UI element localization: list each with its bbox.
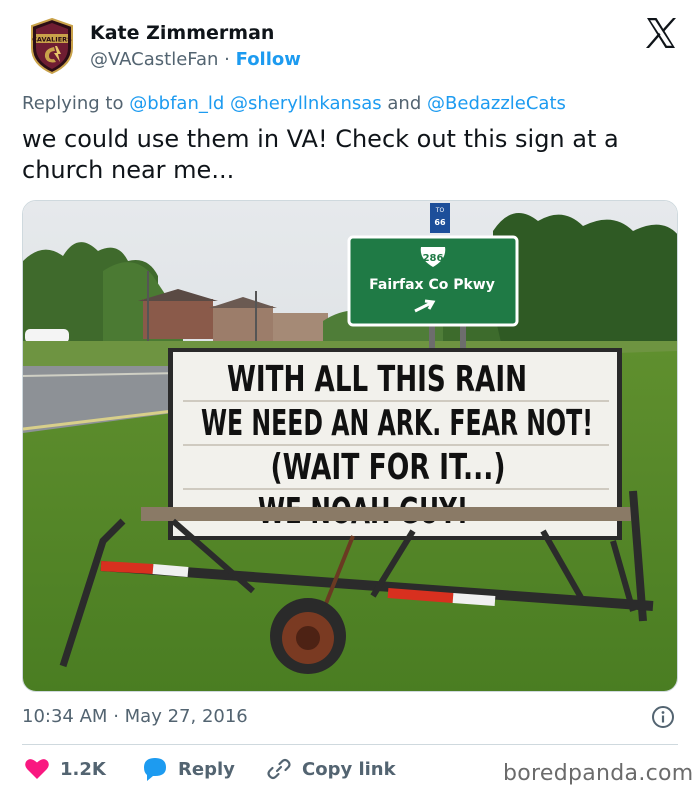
mention-link[interactable]: @bbfan_ld xyxy=(129,93,224,114)
info-icon[interactable] xyxy=(651,705,675,729)
mention-link[interactable]: @sheryllnkansas xyxy=(230,93,382,114)
link-icon xyxy=(267,758,291,780)
tweet-text: we could use them in VA! Check out this … xyxy=(22,125,619,184)
replying-to-line: Replying to @bbfan_ld @sheryllnkansas an… xyxy=(22,93,566,114)
svg-text:CAVALIERS: CAVALIERS xyxy=(32,36,72,44)
like-count: 1.2K xyxy=(60,758,106,780)
tweet-timestamp[interactable]: 10:34 AM · May 27, 2016 xyxy=(22,706,248,727)
cavaliers-logo-icon: CAVALIERS xyxy=(31,17,73,75)
tweet-header: CAVALIERS Kate Zimmerman @VACastleFan · … xyxy=(0,0,700,90)
like-button[interactable]: 1.2K xyxy=(24,752,106,786)
author-name[interactable]: Kate Zimmerman xyxy=(90,22,274,44)
copy-link-button[interactable]: Copy link xyxy=(266,752,396,786)
svg-text:WITH ALL THIS RAIN: WITH ALL THIS RAIN xyxy=(227,359,527,400)
and-label: and xyxy=(387,93,422,114)
svg-text:(WAIT FOR IT...): (WAIT FOR IT...) xyxy=(271,447,506,488)
svg-text:TO: TO xyxy=(435,207,445,214)
timestamp-date: May 27, 2016 xyxy=(124,706,248,727)
author-handle-row: @VACastleFan · Follow xyxy=(90,49,301,70)
avatar[interactable]: CAVALIERS xyxy=(30,17,74,75)
reply-bubble-icon xyxy=(144,758,166,781)
tweet-photo[interactable]: TO 66 286 Fairfax Co Pkwy WITH ALL THIS … xyxy=(22,200,678,692)
timestamp-separator: · xyxy=(113,706,119,727)
svg-text:Fairfax Co Pkwy: Fairfax Co Pkwy xyxy=(369,277,495,293)
follow-button[interactable]: Follow xyxy=(236,49,301,70)
reply-button[interactable]: Reply xyxy=(142,752,235,786)
svg-text:286: 286 xyxy=(423,253,444,264)
handle-separator: · xyxy=(224,49,230,70)
svg-text:WE NEED AN ARK. FEAR NOT!: WE NEED AN ARK. FEAR NOT! xyxy=(201,403,593,444)
svg-text:66: 66 xyxy=(434,218,446,227)
x-logo-icon[interactable] xyxy=(644,16,678,50)
timestamp-time: 10:34 AM xyxy=(22,706,108,727)
divider xyxy=(22,744,678,745)
reply-label: Reply xyxy=(178,758,235,780)
watermark: boredpanda.com xyxy=(503,761,694,786)
heart-icon xyxy=(25,759,49,779)
replying-to-label: Replying to xyxy=(22,93,124,114)
author-handle[interactable]: @VACastleFan xyxy=(90,49,218,70)
mention-link[interactable]: @BedazzleCats xyxy=(427,93,566,114)
copy-link-label: Copy link xyxy=(302,758,396,780)
